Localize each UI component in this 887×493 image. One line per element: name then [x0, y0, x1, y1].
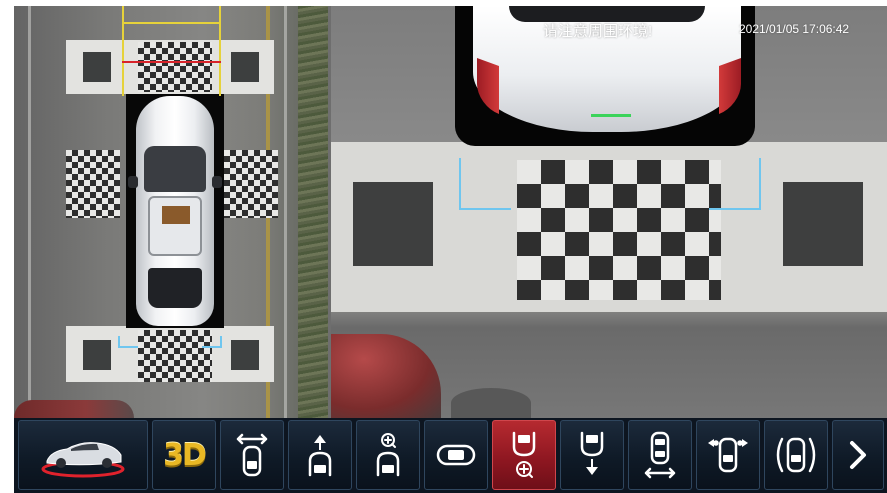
- car-width-button[interactable]: [220, 420, 284, 490]
- guide-line: [459, 158, 461, 210]
- front-zoom-icon: [368, 431, 408, 479]
- car-length-button[interactable]: [628, 420, 692, 490]
- checkerboard: [138, 330, 212, 382]
- chevron-right-icon: [846, 437, 870, 473]
- front-zoom-button[interactable]: [356, 420, 420, 490]
- panorama-button[interactable]: [424, 420, 488, 490]
- lane-line: [284, 6, 287, 418]
- grass-strip: [298, 6, 328, 418]
- corner-camera-icon: [704, 431, 752, 479]
- radar-car-icon: [772, 431, 820, 479]
- rear-zoom-button[interactable]: [492, 420, 556, 490]
- front-camera-icon: [300, 431, 340, 479]
- car-length-icon: [640, 429, 680, 481]
- mirror: [128, 176, 138, 188]
- lane-line: [28, 6, 31, 418]
- datetime-text: 2021/01/05 17:06:42: [739, 22, 850, 36]
- rear-camera-view[interactable]: [331, 6, 887, 418]
- radar-view-button[interactable]: [764, 420, 828, 490]
- checkerboard: [66, 150, 120, 218]
- parked-car: [331, 334, 441, 418]
- camera-view: [14, 6, 887, 418]
- guide-line: [759, 158, 761, 210]
- mirror: [212, 176, 222, 188]
- rear-camera-icon: [572, 429, 612, 481]
- seat: [162, 206, 190, 224]
- toolbar: 3D: [14, 418, 887, 493]
- guide-line: [202, 346, 222, 348]
- warning-text: 请注意周围环境!: [543, 23, 653, 40]
- guide-line: [122, 61, 221, 63]
- panorama-car-icon: [434, 440, 478, 470]
- roof: [148, 196, 202, 256]
- windshield: [144, 146, 206, 192]
- next-page-button[interactable]: [832, 420, 884, 490]
- car-model-button[interactable]: [18, 420, 148, 490]
- guide-line: [122, 6, 124, 96]
- guide-line: [219, 6, 221, 96]
- 3d-icon: 3D: [163, 437, 207, 473]
- birds-eye-view[interactable]: [14, 6, 328, 418]
- car-width-arrows-icon: [232, 431, 272, 479]
- front-view-button[interactable]: [288, 420, 352, 490]
- guide-line: [459, 208, 511, 210]
- rear-zoom-icon: [504, 429, 544, 481]
- guide-line: [709, 208, 761, 210]
- calibration-square: [783, 182, 863, 266]
- checkerboard: [224, 150, 278, 218]
- plate-light: [591, 114, 631, 117]
- rear-window: [148, 268, 202, 308]
- shadow: [451, 388, 531, 418]
- checkerboard: [517, 160, 721, 300]
- corner-view-button[interactable]: [696, 420, 760, 490]
- guide-line: [118, 346, 138, 348]
- calibration-square: [353, 182, 433, 266]
- parked-car: [14, 400, 134, 418]
- guide-line: [122, 22, 221, 24]
- 3d-view-button[interactable]: 3D: [152, 420, 216, 490]
- checkerboard: [138, 42, 212, 92]
- rear-view-button[interactable]: [560, 420, 624, 490]
- car-model-icon: [33, 431, 133, 479]
